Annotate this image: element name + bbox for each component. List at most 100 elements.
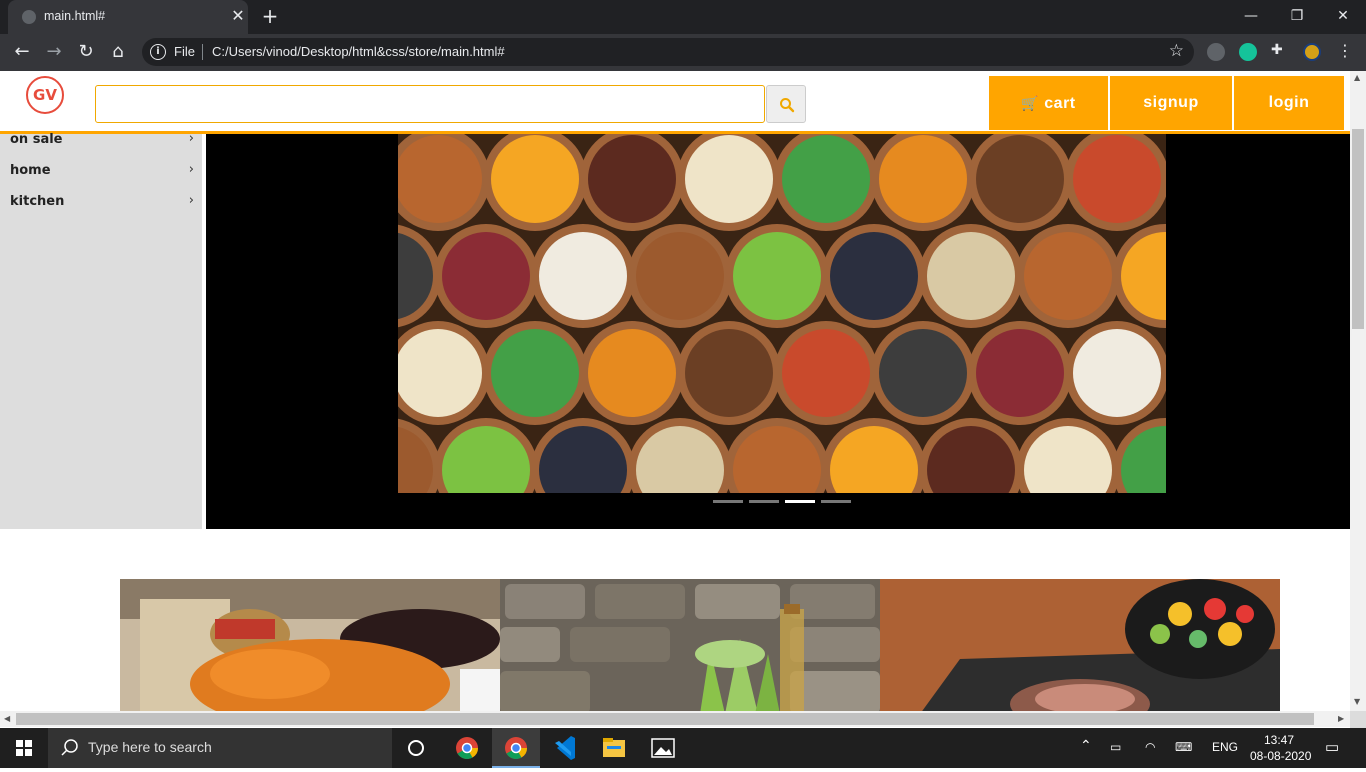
photos-taskbar-icon[interactable] <box>639 728 687 768</box>
address-url[interactable]: C:/Users/vinod/Desktop/html&css/store/ma… <box>212 44 505 59</box>
battery-icon[interactable]: ▭ <box>1110 740 1121 754</box>
bowl-contents <box>588 135 676 223</box>
bowl-contents <box>1073 329 1161 417</box>
search-input[interactable] <box>95 85 765 123</box>
home-button[interactable]: ⌂ <box>106 40 130 64</box>
bowl-contents <box>976 329 1064 417</box>
vertical-scroll-thumb[interactable] <box>1352 129 1364 329</box>
carousel-indicator[interactable] <box>821 500 851 503</box>
bowl-contents <box>1024 232 1112 320</box>
wifi-icon[interactable]: ◠ <box>1145 740 1155 754</box>
bowl-contents <box>733 232 821 320</box>
carousel-indicator-active[interactable] <box>785 500 815 503</box>
cart-label: cart <box>1044 95 1076 112</box>
site-logo[interactable]: GV <box>26 76 64 114</box>
scrollbar-corner <box>1350 711 1366 728</box>
download-extension-icon[interactable] <box>1207 43 1225 61</box>
cortana-button[interactable] <box>392 728 440 768</box>
bookmark-star-icon[interactable]: ☆ <box>1169 41 1184 61</box>
taskbar-search-box[interactable]: Type here to search <box>48 728 392 768</box>
category-sidebar: on sale › home › kitchen › <box>0 131 202 529</box>
grammarly-extension-icon[interactable] <box>1239 43 1257 61</box>
carousel-indicator[interactable] <box>749 500 779 503</box>
chevron-right-icon: › <box>188 131 194 146</box>
carousel-slide-image <box>398 134 1166 493</box>
hero-carousel[interactable] <box>206 134 1350 529</box>
carousel-indicator[interactable] <box>713 500 743 503</box>
profile-avatar[interactable] <box>1303 43 1321 61</box>
cart-button[interactable]: 🛒 cart <box>989 76 1108 130</box>
bowl-contents <box>636 232 724 320</box>
sidebar-item-on-sale[interactable]: on sale › <box>0 128 202 156</box>
search-button[interactable] <box>766 85 806 123</box>
bowl-contents <box>782 135 870 223</box>
dried-fruits-nuts-image <box>398 134 1166 493</box>
sidebar-item-label: home <box>10 163 51 178</box>
scroll-down-icon[interactable]: ▼ <box>1354 697 1360 706</box>
chrome-taskbar-icon[interactable] <box>443 728 491 768</box>
product-tile-dried-fruits[interactable] <box>120 579 500 711</box>
clock-date[interactable]: 08-08-2020 <box>1250 749 1311 763</box>
vscode-taskbar-icon[interactable] <box>541 728 589 768</box>
product-tile-vegetables[interactable] <box>500 579 880 711</box>
taskbar-search-placeholder: Type here to search <box>88 739 212 755</box>
start-button[interactable] <box>0 728 48 768</box>
new-tab-button[interactable]: + <box>258 4 282 28</box>
browser-tabstrip: main.html# ✕ + — ❐ ✕ <box>0 0 1366 34</box>
celery-oil-image <box>500 579 880 711</box>
info-icon[interactable]: i <box>150 44 166 60</box>
clock-time[interactable]: 13:47 <box>1264 733 1294 747</box>
sidebar-item-kitchen[interactable]: kitchen › <box>0 190 202 218</box>
windows-logo-icon <box>16 740 32 756</box>
scroll-left-icon[interactable]: ◀ <box>4 714 10 723</box>
bowl-contents <box>685 329 773 417</box>
chevron-right-icon: › <box>188 162 194 177</box>
sidebar-item-label: on sale <box>10 132 63 147</box>
bowl-contents <box>927 232 1015 320</box>
close-window-button[interactable]: ✕ <box>1320 2 1366 30</box>
bowl-contents <box>398 135 482 223</box>
chevron-up-icon[interactable]: ⌃ <box>1080 737 1092 754</box>
reload-button[interactable]: ↻ <box>74 40 98 64</box>
horizontal-scroll-thumb[interactable] <box>16 713 1314 725</box>
sidebar-item-label: kitchen <box>10 194 65 209</box>
bowl-contents <box>976 135 1064 223</box>
scroll-right-icon[interactable]: ▶ <box>1338 714 1344 723</box>
chrome-active-taskbar-icon[interactable] <box>492 728 540 768</box>
keyboard-icon[interactable]: ⌨ <box>1175 740 1192 754</box>
scroll-up-icon[interactable]: ▲ <box>1354 73 1360 82</box>
forward-button[interactable]: → <box>42 40 66 64</box>
notifications-icon[interactable]: ▭ <box>1325 738 1339 756</box>
minimize-button[interactable]: — <box>1228 2 1274 30</box>
search-icon <box>61 739 78 756</box>
sidebar-item-home[interactable]: home › <box>0 159 202 187</box>
page-viewport: GV 🛒 cart signup login on sale › home › … <box>0 71 1350 711</box>
bowl-contents <box>539 232 627 320</box>
address-bar[interactable]: i File C:/Users/vinod/Desktop/html&css/s… <box>142 38 1194 66</box>
bowl-contents <box>1073 135 1161 223</box>
product-tile-meals[interactable] <box>880 579 1280 711</box>
menu-kebab-icon[interactable]: ⋮ <box>1336 41 1354 60</box>
file-explorer-taskbar-icon[interactable] <box>590 728 638 768</box>
bowl-contents <box>782 329 870 417</box>
close-tab-icon[interactable]: ✕ <box>228 6 248 26</box>
bowl-contents <box>879 329 967 417</box>
bowl-contents <box>588 329 676 417</box>
extensions-puzzle-icon[interactable]: ✚ <box>1271 42 1289 60</box>
login-button[interactable]: login <box>1234 76 1344 130</box>
back-button[interactable]: ← <box>10 40 34 64</box>
browser-tab[interactable]: main.html# ✕ <box>8 0 248 34</box>
restore-button[interactable]: ❐ <box>1274 2 1320 30</box>
windows-taskbar: Type here to search ⌃ ▭ ◠ ⌨ ENG 13:47 08… <box>0 728 1366 768</box>
browser-toolbar: ← → ↻ ⌂ i File C:/Users/vinod/Desktop/ht… <box>0 34 1366 71</box>
bowl-contents <box>491 135 579 223</box>
tab-title: main.html# <box>44 9 106 23</box>
signup-button[interactable]: signup <box>1110 76 1232 130</box>
search-icon <box>780 98 795 113</box>
horizontal-scrollbar[interactable]: ◀ ▶ <box>0 711 1350 727</box>
bowl-contents <box>879 135 967 223</box>
address-separator <box>202 44 203 60</box>
language-indicator[interactable]: ENG <box>1212 740 1238 754</box>
site-header: GV 🛒 cart signup login <box>0 71 1350 134</box>
vertical-scrollbar[interactable]: ▲ ▼ <box>1350 71 1366 711</box>
